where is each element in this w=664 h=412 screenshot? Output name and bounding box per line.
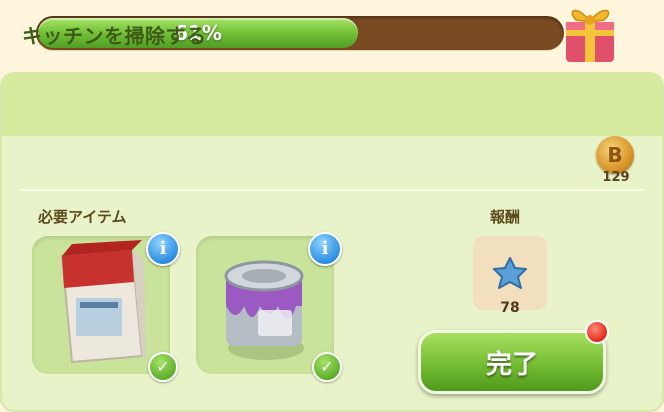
task-title: キッチンを掃除する — [22, 24, 207, 48]
required-items-label: 必要アイテム — [38, 208, 127, 226]
gift-box-icon[interactable] — [556, 0, 622, 64]
reward-slot — [473, 236, 547, 310]
complete-button[interactable]: 完了 — [418, 330, 606, 394]
item-info-button[interactable]: i — [308, 232, 342, 266]
coin-count: 129 — [602, 170, 630, 185]
panel-header — [2, 74, 662, 136]
blue-star-icon — [493, 257, 527, 289]
coin-icon: B — [596, 136, 634, 174]
item-info-button[interactable]: i — [146, 232, 180, 266]
item-checkmark-icon: ✓ — [312, 352, 342, 382]
reward-count: 78 — [500, 300, 520, 316]
item-checkmark-icon: ✓ — [148, 352, 178, 382]
reward-label: 報酬 — [490, 208, 521, 226]
notification-dot — [585, 320, 609, 344]
divider — [20, 189, 644, 191]
